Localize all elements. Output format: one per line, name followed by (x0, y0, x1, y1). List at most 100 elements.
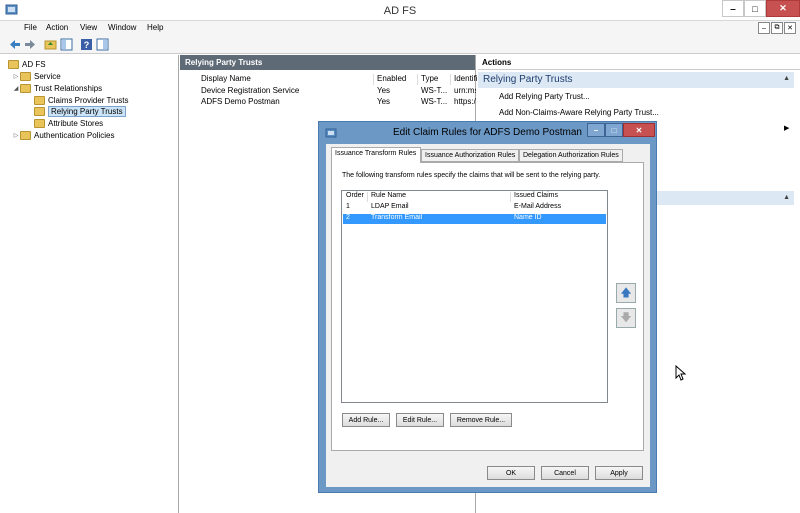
folder-icon (34, 95, 45, 105)
tab-panel: The following transform rules specify th… (331, 162, 644, 451)
window-titlebar: AD FS ‒ □ ✕ (0, 0, 800, 21)
help-icon[interactable]: ? (80, 38, 93, 51)
up-folder-icon[interactable] (44, 38, 57, 51)
table-cell: WS-T... (421, 86, 448, 95)
column-header-type[interactable]: Type (418, 74, 451, 85)
claim-rules-list[interactable]: Order Rule Name Issued Claims 1 LDAP Ema… (341, 190, 608, 403)
actions-section-title: Relying Party Trusts (483, 74, 573, 85)
menu-view[interactable]: View (80, 23, 97, 32)
pane-title: Relying Party Trusts (180, 55, 475, 70)
apply-button[interactable]: Apply (595, 466, 643, 480)
rules-description: The following transform rules specify th… (342, 172, 601, 179)
tree-item-label: Claims Provider Trusts (48, 95, 129, 105)
rule-name[interactable]: Transform Email (368, 214, 511, 224)
tree-item-relying-party-trusts[interactable]: Relying Party Trusts (34, 105, 126, 117)
rule-order[interactable]: 1 (343, 203, 368, 213)
maximize-button[interactable]: □ (744, 0, 766, 17)
tab-issuance-authorization-rules[interactable]: Issuance Authorization Rules (421, 149, 519, 162)
tree-item-label: Relying Party Trusts (48, 105, 126, 117)
toolbar: ? (0, 36, 800, 54)
folder-icon (20, 83, 31, 93)
collapse-arrow-icon[interactable]: ◢ (12, 85, 20, 92)
tree-item-label: Trust Relationships (34, 83, 103, 93)
column-header-order[interactable]: Order (343, 192, 368, 202)
add-non-claims-aware-trust-link[interactable]: Add Non-Claims-Aware Relying Party Trust… (499, 108, 659, 117)
back-icon[interactable] (8, 38, 21, 51)
table-cell[interactable]: Device Registration Service (198, 86, 374, 97)
rule-order[interactable]: 2 (343, 214, 368, 224)
edit-claim-rules-dialog: Edit Claim Rules for ADFS Demo Postman –… (318, 121, 657, 493)
show-hide-tree-icon[interactable] (60, 38, 73, 51)
mdi-close-button[interactable]: ✕ (784, 22, 796, 34)
ok-button[interactable]: OK (487, 466, 535, 480)
tree-item-attribute-stores[interactable]: Attribute Stores (34, 117, 103, 129)
tab-delegation-authorization-rules[interactable]: Delegation Authorization Rules (519, 149, 623, 162)
menu-help[interactable]: Help (147, 23, 163, 32)
dialog-titlebar: Edit Claim Rules for ADFS Demo Postman –… (319, 122, 656, 142)
folder-icon (20, 71, 31, 81)
tree-item-service[interactable]: ▷ Service (12, 70, 61, 82)
rule-name[interactable]: LDAP Email (368, 203, 511, 213)
tree-item-label: Service (34, 71, 61, 81)
add-relying-party-trust-link[interactable]: Add Relying Party Trust... (499, 92, 590, 101)
arrow-up-icon: 🡅 (620, 286, 632, 299)
remove-rule-button[interactable]: Remove Rule... (450, 413, 512, 427)
column-header-rule-name[interactable]: Rule Name (368, 192, 511, 202)
mdi-minimize-button[interactable]: – (758, 22, 770, 34)
actions-section-header-2[interactable]: ▲ (656, 191, 794, 205)
dialog-maximize-button[interactable]: □ (605, 123, 623, 137)
table-cell: Yes (377, 97, 391, 106)
edit-rule-button[interactable]: Edit Rule... (396, 413, 444, 427)
arrow-down-icon: 🡇 (620, 311, 632, 324)
menu-window[interactable]: Window (108, 23, 136, 32)
table-cell: WS-T... (421, 97, 448, 106)
move-up-button[interactable]: 🡅 (616, 283, 636, 303)
mdi-restore-button[interactable]: ⧉ (771, 22, 783, 34)
column-header-display-name[interactable]: Display Name (198, 74, 374, 85)
table-cell: Yes (377, 86, 391, 95)
add-rule-button[interactable]: Add Rule... (342, 413, 390, 427)
menu-bar: File Action View Window Help (0, 21, 800, 36)
move-down-button[interactable]: 🡇 (616, 308, 636, 328)
dialog-close-button[interactable]: ✕ (623, 123, 655, 137)
tab-issuance-transform-rules[interactable]: Issuance Transform Rules (331, 147, 421, 163)
folder-icon (34, 118, 45, 128)
svg-text:?: ? (84, 40, 90, 50)
forward-icon[interactable] (24, 38, 37, 51)
menu-file[interactable]: File (24, 23, 37, 32)
dialog-minimize-button[interactable]: – (587, 123, 605, 137)
column-header-issued-claims[interactable]: Issued Claims (511, 192, 607, 202)
dialog-body: Issuance Transform Rules Issuance Author… (326, 144, 650, 487)
expand-arrow-icon[interactable]: ▷ (12, 73, 20, 80)
console-tree: AD FS ▷ Service ◢ Trust Relationships Cl… (0, 55, 179, 513)
column-header-enabled[interactable]: Enabled (374, 74, 418, 85)
mouse-cursor-icon (675, 365, 687, 381)
tree-root-label: AD FS (22, 59, 46, 69)
collapse-arrow-icon[interactable]: ▲ (783, 75, 790, 82)
cancel-button[interactable]: Cancel (541, 466, 589, 480)
rule-claims[interactable]: E-Mail Address (511, 203, 607, 213)
folder-icon (20, 130, 31, 140)
window-title: AD FS (383, 5, 417, 17)
rule-claims[interactable]: Name ID (511, 214, 607, 224)
menu-action[interactable]: Action (46, 23, 68, 32)
submenu-arrow-icon[interactable]: ▶ (784, 124, 789, 132)
close-button[interactable]: ✕ (766, 0, 800, 17)
table-cell[interactable]: ADFS Demo Postman (198, 97, 374, 108)
tree-item-authentication-policies[interactable]: ▷ Authentication Policies (12, 129, 115, 141)
column-header-identifier[interactable]: Identifi (451, 74, 478, 85)
folder-icon (8, 59, 19, 69)
actions-title: Actions (478, 55, 800, 70)
expand-arrow-icon[interactable]: ▷ (12, 132, 20, 139)
actions-section-header[interactable]: Relying Party Trusts ▲ (478, 72, 794, 88)
table-cell: https:/ (454, 97, 476, 106)
tree-item-label: Authentication Policies (34, 130, 115, 140)
tree-item-trust-relationships[interactable]: ◢ Trust Relationships (12, 82, 102, 94)
minimize-button[interactable]: ‒ (722, 0, 744, 17)
table-cell: urn:ms (454, 86, 476, 95)
collapse-arrow-icon[interactable]: ▲ (783, 194, 790, 201)
tree-item-label: Attribute Stores (48, 118, 104, 128)
folder-icon (34, 106, 45, 116)
tree-root-adfs[interactable]: AD FS (8, 58, 46, 70)
show-hide-action-pane-icon[interactable] (96, 38, 109, 51)
